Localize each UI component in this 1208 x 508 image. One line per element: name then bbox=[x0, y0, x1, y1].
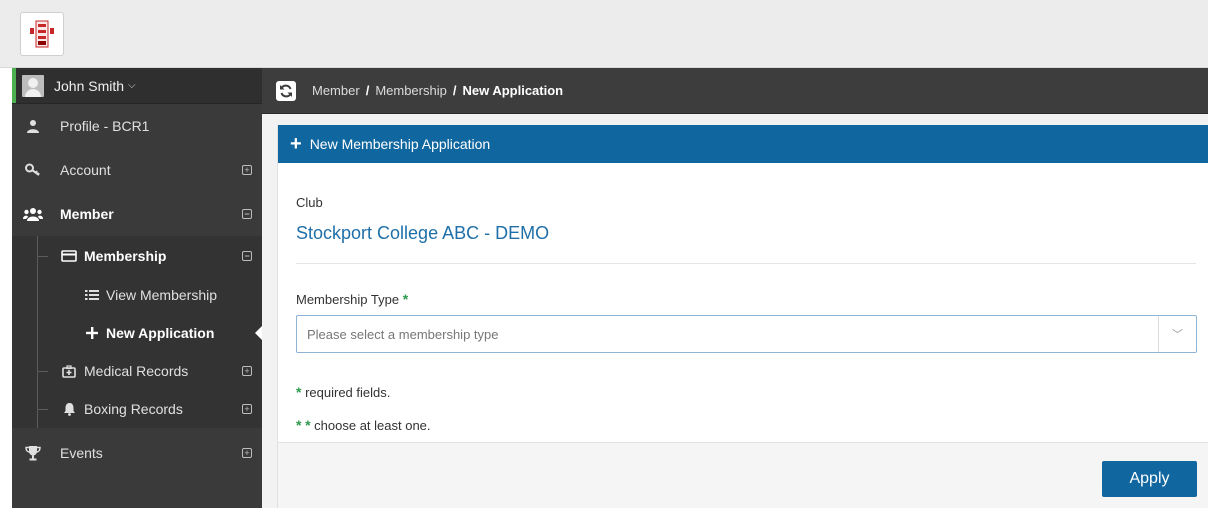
bell-icon bbox=[60, 402, 78, 416]
user-menu[interactable]: John Smith ⌵ bbox=[12, 68, 262, 104]
choose-note: * * choose at least one. bbox=[296, 417, 431, 433]
plus-icon: + bbox=[290, 133, 302, 155]
membership-type-select[interactable]: Please select a membership type ﹀ bbox=[296, 315, 1197, 353]
key-icon bbox=[22, 163, 44, 177]
user-name: John Smith bbox=[54, 77, 125, 94]
breadcrumb-separator: / bbox=[365, 83, 370, 98]
breadcrumb-item[interactable]: Membership bbox=[375, 83, 447, 98]
sidebar-item-label: Events bbox=[60, 445, 103, 461]
application-panel: + New Membership Application Club Stockp… bbox=[277, 125, 1208, 508]
sidebar-item-events[interactable]: Events + bbox=[12, 428, 262, 478]
breadcrumb-current: New Application bbox=[462, 83, 564, 98]
users-icon bbox=[22, 207, 44, 221]
expand-icon[interactable]: + bbox=[242, 448, 252, 458]
sidebar-item-membership[interactable]: Membership − bbox=[12, 236, 262, 276]
refresh-icon[interactable] bbox=[276, 80, 296, 101]
membership-type-label: Membership Type * bbox=[296, 291, 409, 307]
expand-icon[interactable]: + bbox=[242, 366, 252, 376]
breadcrumb-item[interactable]: Member bbox=[312, 83, 360, 98]
sidebar-item-label: Membership bbox=[84, 248, 167, 264]
sidebar-item-account[interactable]: Account + bbox=[12, 148, 262, 192]
sidebar-item-label: Account bbox=[60, 162, 111, 178]
trophy-icon bbox=[22, 445, 44, 461]
expand-icon[interactable]: + bbox=[242, 165, 252, 175]
panel-header: + New Membership Application bbox=[278, 125, 1208, 163]
sidebar-item-view-membership[interactable]: View Membership bbox=[12, 276, 262, 314]
list-icon bbox=[84, 289, 100, 301]
crest-icon bbox=[30, 20, 54, 48]
breadcrumb: Member / Membership / New Application bbox=[262, 68, 1208, 114]
sidebar-item-profile[interactable]: Profile - BCR1 bbox=[12, 104, 262, 148]
panel-title: New Membership Application bbox=[309, 136, 491, 152]
credit-card-icon bbox=[60, 250, 78, 262]
logo[interactable] bbox=[20, 12, 64, 56]
club-label: Club bbox=[296, 195, 323, 210]
sidebar: John Smith ⌵ Profile - BCR1 Account + Me… bbox=[12, 68, 262, 508]
sidebar-item-new-application[interactable]: New Application bbox=[12, 314, 262, 352]
panel-footer: Apply bbox=[278, 442, 1208, 508]
status-indicator bbox=[12, 68, 16, 103]
breadcrumb-separator: / bbox=[452, 83, 457, 98]
sidebar-item-label: Member bbox=[60, 206, 114, 222]
active-indicator bbox=[255, 326, 262, 340]
sidebar-item-label: New Application bbox=[106, 325, 215, 341]
sidebar-item-medical-records[interactable]: Medical Records + bbox=[12, 352, 262, 390]
chevron-down-icon: ⌵ bbox=[128, 80, 136, 91]
chevron-down-icon[interactable]: ﹀ bbox=[1158, 316, 1196, 352]
avatar bbox=[22, 74, 44, 97]
sidebar-item-member[interactable]: Member − bbox=[12, 192, 262, 236]
medkit-icon bbox=[60, 364, 78, 378]
user-icon bbox=[22, 119, 44, 133]
select-placeholder: Please select a membership type bbox=[307, 326, 499, 342]
sidebar-item-label: Profile - BCR1 bbox=[60, 118, 150, 134]
required-note: * required fields. bbox=[296, 384, 391, 400]
sidebar-item-label: View Membership bbox=[106, 287, 218, 303]
sidebar-item-boxing-records[interactable]: Boxing Records + bbox=[12, 390, 262, 428]
sidebar-item-label: Medical Records bbox=[84, 363, 189, 379]
apply-button[interactable]: Apply bbox=[1102, 461, 1197, 497]
divider bbox=[296, 263, 1196, 264]
top-bar bbox=[0, 0, 1208, 68]
collapse-icon[interactable]: − bbox=[242, 251, 252, 261]
collapse-icon[interactable]: − bbox=[242, 209, 252, 219]
plus-icon bbox=[84, 327, 100, 339]
required-marker: * bbox=[402, 291, 409, 307]
expand-icon[interactable]: + bbox=[242, 404, 252, 414]
member-submenu: Membership − View Membership New Applica… bbox=[12, 236, 262, 428]
sidebar-item-label: Boxing Records bbox=[84, 401, 183, 417]
club-name: Stockport College ABC - DEMO bbox=[296, 223, 550, 243]
